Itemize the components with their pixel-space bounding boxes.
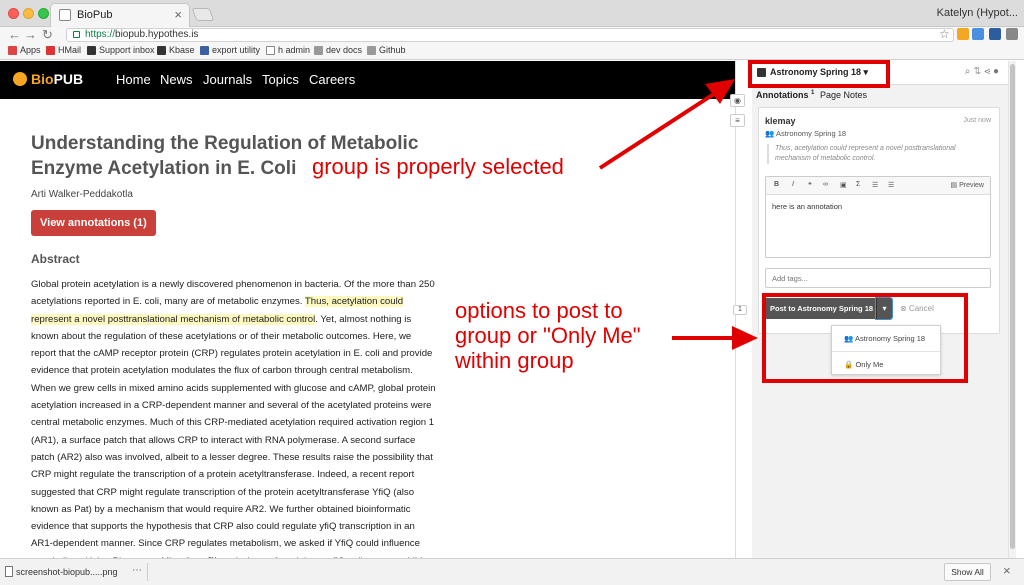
- bold-icon[interactable]: B: [774, 181, 779, 188]
- bullet-list-icon[interactable]: ☰: [888, 181, 894, 189]
- page-favicon-icon: [59, 9, 71, 21]
- bookmarks-bar: Apps HMail Support inbox Kbase export ut…: [0, 42, 1024, 60]
- quote-icon[interactable]: ❝: [808, 181, 812, 189]
- extension-icon[interactable]: [957, 28, 969, 40]
- annotation-user[interactable]: klemay: [765, 116, 796, 126]
- group-highlight-box: [748, 60, 890, 88]
- sidebar-tools: ⌕⇅⋖●: [965, 66, 1002, 77]
- apps-icon: [8, 45, 17, 55]
- bookmark-item[interactable]: dev docs: [314, 45, 362, 55]
- bookmark-item[interactable]: Github: [367, 45, 406, 55]
- bookmark-item[interactable]: HMail: [46, 45, 81, 55]
- sort-icon[interactable]: ⇅: [973, 66, 984, 77]
- bookmark-icon: [87, 45, 96, 55]
- group-icon: 👥: [765, 129, 775, 138]
- zoom-window-button[interactable]: [38, 8, 49, 19]
- web-page: BioPUB Home News Journals Topics Careers…: [0, 61, 735, 558]
- nav-careers[interactable]: Careers: [309, 72, 355, 87]
- close-window-button[interactable]: [8, 8, 19, 19]
- view-annotations-button[interactable]: View annotations (1): [31, 210, 156, 236]
- back-arrow-icon[interactable]: ←: [8, 27, 21, 43]
- folder-icon: [367, 45, 376, 55]
- options-highlight-box: [762, 293, 968, 383]
- bookmark-item[interactable]: Kbase: [157, 45, 195, 55]
- tab-title: BioPub: [77, 9, 113, 21]
- file-icon: [5, 566, 13, 577]
- tab-annotations[interactable]: Annotations 1: [756, 90, 814, 100]
- nav-topics[interactable]: Topics: [262, 72, 299, 87]
- page-icon: [266, 45, 275, 55]
- options-note-line: within group: [455, 348, 574, 373]
- bookmark-icon: [157, 45, 166, 55]
- bookmark-item[interactable]: export utility: [200, 45, 260, 55]
- bookmark-item[interactable]: h admin: [266, 45, 310, 55]
- share-icon[interactable]: ⋖: [984, 66, 993, 77]
- annotation-editor: B I ❝ ∞ ▣ Σ ☰ ☰ ▤ Preview here is an ann…: [765, 176, 991, 258]
- numbered-list-icon[interactable]: ☰: [872, 181, 878, 189]
- nav-journals[interactable]: Journals: [203, 72, 252, 87]
- browser-tab[interactable]: BioPub ×: [50, 3, 190, 27]
- menu-icon[interactable]: [1006, 28, 1018, 40]
- notes-icon[interactable]: ≡: [730, 114, 745, 127]
- link-icon[interactable]: ∞: [823, 181, 828, 188]
- editor-toolbar: B I ❝ ∞ ▣ Σ ☰ ☰ ▤ Preview: [766, 177, 990, 195]
- divider: [147, 563, 148, 581]
- address-bar[interactable]: https://biopub.hypothes.is: [66, 28, 954, 42]
- nav-news[interactable]: News: [160, 72, 193, 87]
- options-note-line: group or "Only Me": [455, 323, 641, 348]
- gmail-icon: [46, 45, 55, 55]
- forward-arrow-icon[interactable]: →: [24, 27, 37, 43]
- article-author[interactable]: Arti Walker-Peddakotla: [31, 189, 441, 200]
- site-logo[interactable]: BioPUB: [31, 71, 83, 87]
- profile-name[interactable]: Katelyn (Hypot...: [937, 7, 1018, 19]
- scrollbar-thumb[interactable]: [1010, 64, 1015, 549]
- site-navbar: BioPUB Home News Journals Topics Careers: [0, 61, 735, 99]
- preview-button[interactable]: ▤ Preview: [951, 181, 984, 189]
- show-all-button[interactable]: Show All: [944, 563, 991, 581]
- annotation-count-badge[interactable]: 1: [733, 305, 747, 315]
- more-options-icon[interactable]: ⋯: [132, 565, 142, 576]
- bookmark-item[interactable]: Support inbox: [87, 45, 155, 55]
- folder-icon: [314, 45, 323, 55]
- download-bar: screenshot-biopub.....png ⋯ Show All ×: [0, 558, 1024, 585]
- abstract-heading: Abstract: [31, 252, 80, 266]
- sidebar-scrollbar[interactable]: [1008, 61, 1016, 558]
- user-icon[interactable]: ●: [993, 66, 1002, 77]
- tags-input[interactable]: Add tags...: [765, 268, 991, 288]
- abstract-text: Global protein acetylation is a newly di…: [31, 279, 436, 558]
- eye-icon[interactable]: ◉: [730, 94, 745, 107]
- minimize-window-button[interactable]: [23, 8, 34, 19]
- annotation-quote: Thus, acetylation could represent a nove…: [767, 144, 987, 164]
- annotation-text[interactable]: here is an annotation: [772, 202, 842, 211]
- article: Understanding the Regulation of Metaboli…: [31, 131, 441, 558]
- bookmark-star-icon[interactable]: ☆: [939, 27, 950, 41]
- extension-icon[interactable]: [989, 28, 1001, 40]
- group-selected-note: group is properly selected: [312, 154, 564, 179]
- tab-close-icon[interactable]: ×: [174, 7, 182, 22]
- close-icon[interactable]: ×: [1003, 563, 1011, 578]
- reload-icon[interactable]: ↻: [42, 27, 53, 43]
- grid-icon: [200, 45, 209, 55]
- download-filename[interactable]: screenshot-biopub.....png: [16, 567, 118, 577]
- options-note-line: options to post to: [455, 298, 623, 323]
- image-icon[interactable]: ▣: [840, 181, 847, 189]
- math-icon[interactable]: Σ: [856, 181, 860, 188]
- italic-icon[interactable]: I: [792, 181, 794, 188]
- logo-icon: [13, 72, 27, 86]
- lock-icon: [73, 31, 80, 38]
- tab-page-notes[interactable]: Page Notes: [820, 90, 867, 100]
- extension-icon[interactable]: [972, 28, 984, 40]
- url-text: https://biopub.hypothes.is: [85, 29, 199, 40]
- annotation-group: 👥 Astronomy Spring 18: [765, 129, 847, 138]
- new-tab-button[interactable]: [191, 8, 215, 21]
- browser-tab-bar: BioPub × Katelyn (Hypot...: [0, 0, 1024, 27]
- nav-home[interactable]: Home: [116, 72, 151, 87]
- annotation-time[interactable]: Just now: [963, 117, 991, 124]
- bookmark-item[interactable]: Apps: [8, 45, 41, 55]
